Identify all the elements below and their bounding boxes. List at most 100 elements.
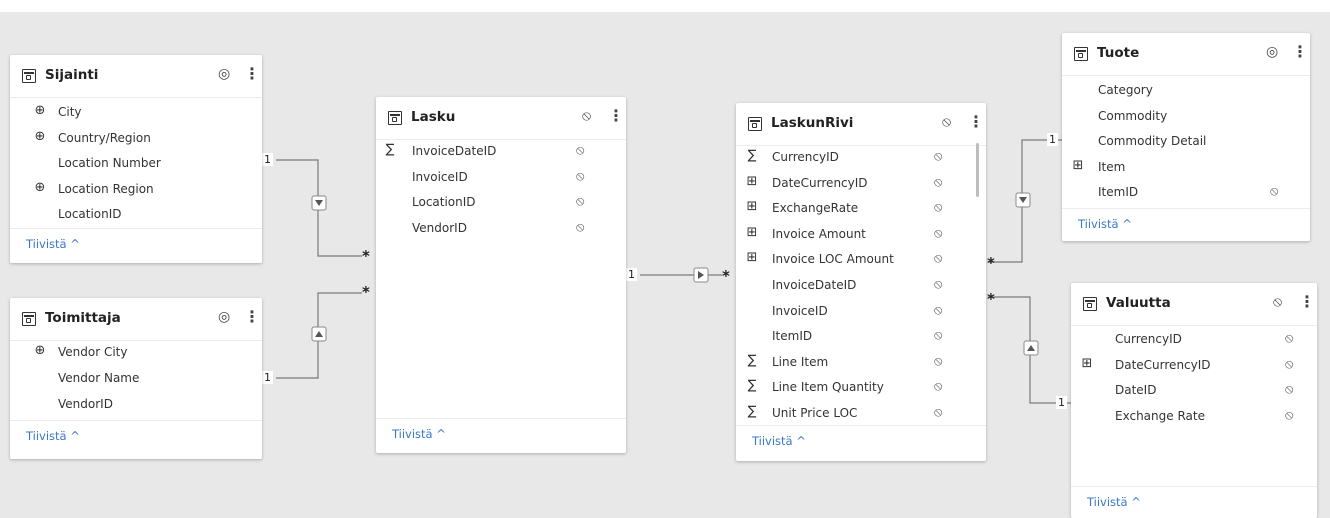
field-name: DateCurrencyID — [1115, 357, 1211, 372]
field-row[interactable]: ⊕ Country/Region — [10, 126, 262, 152]
table-footer: Tiivistä ^ — [1071, 486, 1317, 518]
field-row[interactable]: ⊞ DateCurrencyID ⦸ — [1071, 353, 1317, 379]
table-icon — [388, 111, 402, 125]
table-icon — [1083, 297, 1097, 311]
field-name: Exchange Rate — [1115, 408, 1205, 423]
field-row[interactable]: CurrencyID ⦸ — [1071, 327, 1317, 353]
field-row[interactable]: InvoiceDateID ⦸ — [736, 273, 986, 299]
table-header[interactable]: Lasku ⦸ ⋮ — [376, 97, 626, 140]
collapse-link[interactable]: Tiivistä ^ — [26, 237, 80, 251]
field-row[interactable]: VendorID — [10, 392, 262, 418]
field-row[interactable]: Commodity — [1062, 104, 1310, 130]
eye-icon[interactable]: ◎ — [1266, 44, 1278, 60]
field-name: Location Number — [58, 156, 161, 171]
more-options-icon[interactable]: ⋮ — [1292, 42, 1308, 61]
more-options-icon[interactable]: ⋮ — [1299, 292, 1315, 311]
field-row[interactable]: ⊕ City — [10, 100, 262, 126]
eye-hidden-icon: ⦸ — [934, 251, 943, 267]
table-title: Valuutta — [1106, 295, 1171, 311]
field-row[interactable]: ⊞ Item — [1062, 155, 1310, 181]
field-row[interactable]: Category — [1062, 78, 1310, 104]
field-row[interactable]: ∑ Unit Price LOC ⦸ — [736, 401, 986, 427]
table-card-valuutta[interactable]: Valuutta ⦸ ⋮ CurrencyID ⦸ ⊞ DateCurrencyID ⦸ Dat… — [1071, 283, 1317, 518]
table-footer: Tiivistä ^ — [10, 228, 262, 263]
eye-hidden-icon: ⦸ — [934, 174, 943, 190]
field-row[interactable]: Vendor Name — [10, 366, 262, 392]
field-row[interactable]: Location Number — [10, 151, 262, 177]
table-header[interactable]: Toimittaja ◎ ⋮ — [10, 298, 262, 341]
field-name: Invoice Amount — [772, 226, 866, 241]
table-card-tuote[interactable]: Tuote ◎ ⋮ Category Commodity Commodity Detail… — [1062, 33, 1310, 241]
table-header[interactable]: LaskunRivi ⦸ ⋮ — [736, 103, 986, 146]
table-header[interactable]: Valuutta ⦸ ⋮ — [1071, 283, 1317, 326]
field-row[interactable]: ⊞ DateCurrencyID ⦸ — [736, 171, 986, 197]
cardinality-many-label: * — [987, 290, 995, 308]
field-row[interactable]: LocationID — [10, 202, 262, 228]
field-row[interactable]: ∑ InvoiceDateID ⦸ — [376, 139, 626, 165]
table-card-laskunrivi[interactable]: LaskunRivi ⦸ ⋮ ∑ CurrencyID ⦸ ⊞ DateCurrencyID ⦸… — [736, 103, 986, 461]
field-row[interactable]: ⊞ Invoice LOC Amount ⦸ — [736, 247, 986, 273]
eye-hidden-icon: ⦸ — [576, 194, 585, 210]
field-row[interactable]: Exchange Rate ⦸ — [1071, 404, 1317, 430]
field-row[interactable]: ⊞ Invoice Amount ⦸ — [736, 222, 986, 248]
eye-icon[interactable]: ◎ — [218, 309, 230, 325]
table-icon — [22, 312, 36, 326]
field-row[interactable]: ∑ Line Item ⦸ — [736, 350, 986, 376]
eye-hidden-icon[interactable]: ⦸ — [1273, 294, 1282, 310]
more-options-icon[interactable]: ⋮ — [244, 307, 260, 326]
more-options-icon[interactable]: ⋮ — [968, 112, 984, 131]
field-row[interactable]: DateID ⦸ — [1071, 378, 1317, 404]
collapse-link[interactable]: Tiivistä ^ — [1087, 495, 1141, 509]
eye-hidden-icon[interactable]: ⦸ — [942, 114, 951, 130]
sigma-icon: ∑ — [385, 142, 395, 157]
table-card-toimittaja[interactable]: Toimittaja ◎ ⋮ ⊕ Vendor City Vendor Name Vendo… — [10, 298, 262, 459]
calc-column-icon: ⊞ — [746, 199, 758, 215]
field-name: Unit Price LOC — [772, 406, 858, 420]
collapse-link[interactable]: Tiivistä ^ — [1078, 217, 1132, 231]
field-name: Commodity Detail — [1098, 134, 1207, 149]
field-row[interactable]: ItemID ⦸ — [736, 324, 986, 350]
field-row[interactable]: ∑ Line Item Quantity ⦸ — [736, 375, 986, 401]
scrollbar[interactable] — [976, 143, 979, 197]
eye-hidden-icon[interactable]: ⦸ — [582, 108, 591, 124]
field-name: ItemID — [1098, 185, 1139, 200]
sigma-icon: ∑ — [747, 378, 757, 394]
collapse-link[interactable]: Tiivistä ^ — [26, 429, 80, 443]
field-row[interactable]: VendorID ⦸ — [376, 216, 626, 242]
field-row[interactable]: ⊕ Location Region — [10, 177, 262, 203]
field-name: City — [58, 105, 82, 119]
more-options-icon[interactable]: ⋮ — [244, 64, 260, 83]
field-row[interactable]: InvoiceID ⦸ — [736, 299, 986, 325]
field-row[interactable]: ItemID ⦸ — [1062, 180, 1310, 206]
calc-column-icon: ⊞ — [746, 224, 758, 240]
table-title: Sijainti — [45, 67, 99, 83]
more-options-icon[interactable]: ⋮ — [608, 106, 624, 125]
table-card-lasku[interactable]: Lasku ⦸ ⋮ ∑ InvoiceDateID ⦸ InvoiceID ⦸ Location… — [376, 97, 626, 453]
field-row[interactable]: ⊕ Vendor City — [10, 340, 262, 366]
field-row[interactable]: ⊞ ExchangeRate ⦸ — [736, 196, 986, 222]
eye-hidden-icon: ⦸ — [1285, 382, 1294, 398]
eye-icon[interactable]: ◎ — [218, 66, 230, 82]
field-row[interactable]: Commodity Detail — [1062, 129, 1310, 155]
eye-hidden-icon: ⦸ — [934, 405, 943, 420]
table-header[interactable]: Tuote ◎ ⋮ — [1062, 33, 1310, 76]
calc-column-icon: ⊞ — [746, 173, 758, 189]
field-name: Line Item — [772, 354, 829, 369]
cardinality-many-label: * — [722, 267, 730, 285]
eye-hidden-icon: ⦸ — [934, 353, 943, 369]
field-name: InvoiceID — [412, 169, 468, 184]
field-row[interactable]: LocationID ⦸ — [376, 190, 626, 216]
field-row[interactable]: ∑ CurrencyID ⦸ — [736, 145, 986, 171]
calc-column-icon: ⊞ — [1081, 355, 1093, 371]
table-title: Toimittaja — [45, 310, 121, 326]
collapse-link[interactable]: Tiivistä ^ — [392, 427, 446, 441]
collapse-link[interactable]: Tiivistä ^ — [752, 434, 806, 448]
table-footer: Tiivistä ^ — [736, 425, 986, 461]
eye-hidden-icon: ⦸ — [934, 277, 943, 292]
model-view-canvas[interactable]: 1 * 1 * 1 * * 1 * 1 Sijainti ◎ ⋮ ⊕ City ⊕ Coun… — [0, 0, 1330, 518]
field-row[interactable]: InvoiceID ⦸ — [376, 165, 626, 191]
table-card-sijainti[interactable]: Sijainti ◎ ⋮ ⊕ City ⊕ Country/Region Location N… — [10, 55, 262, 263]
table-title: Lasku — [411, 109, 456, 125]
field-name: InvoiceID — [772, 303, 828, 318]
table-header[interactable]: Sijainti ◎ ⋮ — [10, 55, 262, 98]
